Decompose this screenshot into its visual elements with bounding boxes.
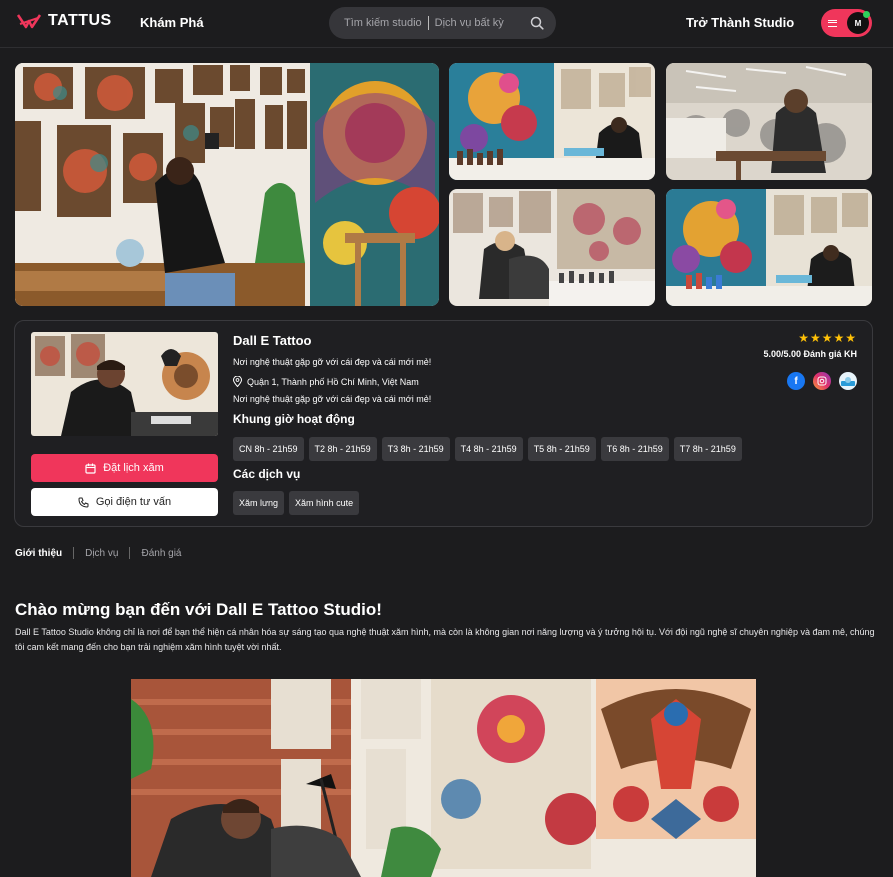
become-studio-link[interactable]: Trở Thành Studio: [686, 15, 794, 30]
search-divider: [427, 16, 429, 30]
logo-text: TATTUS: [48, 12, 112, 29]
search-studio-input[interactable]: Tìm kiếm studio: [344, 17, 422, 29]
search-icon[interactable]: [530, 16, 544, 30]
service-chip[interactable]: Xăm lưng: [233, 491, 285, 515]
hours-chip: T2 8h - 21h59: [308, 437, 377, 461]
avatar-initial: M: [854, 18, 862, 28]
logo[interactable]: TATTUS: [16, 12, 112, 30]
search-service-input[interactable]: Dịch vụ bất kỳ: [435, 17, 504, 29]
gallery-image-2[interactable]: [449, 63, 655, 180]
social-links: f: [787, 372, 857, 390]
studio-info-card: Đặt lịch xăm Gọi điện tư vấn Dall E Tatt…: [14, 320, 873, 527]
studio-tagline: Nơi nghệ thuật gặp gỡ với cái đẹp và cái…: [233, 357, 432, 367]
top-navbar: TATTUS Khám Phá Tìm kiếm studio Dịch vụ …: [0, 0, 893, 48]
studio-address: Quận 1, Thành phố Hồ Chí Minh, Việt Nam: [233, 376, 419, 387]
tab-reviews[interactable]: Đánh giá: [141, 548, 181, 559]
hours-chip: T5 8h - 21h59: [527, 437, 596, 461]
website-icon[interactable]: [839, 372, 857, 390]
hours-list: CN 8h - 21h59 T2 8h - 21h59 T3 8h - 21h5…: [233, 437, 742, 461]
search-bar[interactable]: Tìm kiếm studio Dịch vụ bất kỳ: [329, 7, 556, 39]
book-appointment-button[interactable]: Đặt lịch xăm: [31, 454, 218, 482]
user-menu-button[interactable]: M: [821, 9, 872, 37]
avatar: M: [847, 11, 870, 34]
phone-icon: [78, 497, 89, 508]
content-tabs: Giới thiệu Dịch vụ Đánh giá: [15, 547, 182, 559]
book-appointment-label: Đặt lịch xăm: [103, 462, 164, 474]
hours-chip: CN 8h - 21h59: [233, 437, 304, 461]
tattus-logo-icon: [16, 14, 42, 29]
studio-tagline-repeat: Nơi nghệ thuật gặp gỡ với cái đẹp và cái…: [233, 394, 432, 404]
rating-text: 5.00/5.00 Đánh giá KH: [763, 349, 857, 359]
rating-stars: ★★★★★: [798, 331, 857, 345]
tab-divider: [129, 547, 131, 559]
studio-name: Dall E Tattoo: [233, 333, 312, 348]
tab-services[interactable]: Dịch vụ: [85, 548, 118, 559]
services-heading: Các dịch vụ: [233, 467, 301, 481]
rating-block: ★★★★★ 5.00/5.00 Đánh giá KH: [763, 331, 857, 359]
service-chip[interactable]: Xăm hình cute: [289, 491, 360, 515]
hours-chip: T3 8h - 21h59: [381, 437, 450, 461]
tab-divider: [73, 547, 75, 559]
tab-introduction[interactable]: Giới thiệu: [15, 548, 62, 559]
hours-chip: T4 8h - 21h59: [454, 437, 523, 461]
hamburger-menu-icon: [828, 19, 837, 27]
call-consult-label: Gọi điện tư vấn: [95, 496, 172, 508]
calendar-icon: [85, 463, 96, 474]
gallery-image-3[interactable]: [666, 63, 872, 180]
intro-body: Dall E Tattoo Studio không chỉ là nơi để…: [15, 627, 875, 652]
studio-thumbnail: [31, 332, 218, 436]
hours-chip: T6 8h - 21h59: [600, 437, 669, 461]
services-list: Xăm lưng Xăm hình cute: [233, 491, 360, 515]
facebook-icon[interactable]: f: [787, 372, 805, 390]
hours-chip: T7 8h - 21h59: [673, 437, 742, 461]
online-status-dot: [863, 11, 870, 18]
instagram-icon[interactable]: [813, 372, 831, 390]
gallery-image-5[interactable]: [666, 189, 872, 306]
intro-image: [131, 679, 756, 877]
location-pin-icon: [233, 376, 242, 387]
call-consult-button[interactable]: Gọi điện tư vấn: [31, 488, 218, 516]
hours-heading: Khung giờ hoạt động: [233, 412, 355, 426]
gallery-image-4[interactable]: [449, 189, 655, 306]
intro-title: Chào mừng bạn đến với Dall E Tattoo Stud…: [15, 600, 382, 619]
address-text: Quận 1, Thành phố Hồ Chí Minh, Việt Nam: [247, 376, 419, 387]
nav-explore-link[interactable]: Khám Phá: [140, 15, 204, 30]
gallery-main-image[interactable]: [15, 63, 439, 306]
